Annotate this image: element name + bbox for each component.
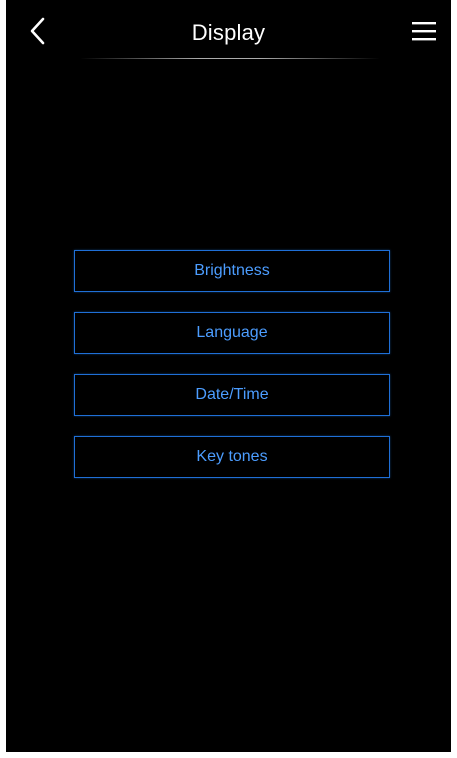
display-options-list: Brightness Language Date/Time Key tones	[74, 250, 390, 498]
language-button[interactable]: Language	[74, 312, 390, 354]
date-time-button[interactable]: Date/Time	[74, 374, 390, 416]
page-title: Display	[191, 20, 266, 45]
hamburger-menu-icon	[411, 20, 437, 47]
title-divider	[80, 58, 380, 59]
menu-button[interactable]	[405, 16, 443, 50]
brightness-button[interactable]: Brightness	[74, 250, 390, 292]
key-tones-button[interactable]: Key tones	[74, 436, 390, 478]
display-screen: Display Brightness Language Date/Time Ke…	[6, 0, 451, 752]
header-bar: Display	[6, 0, 451, 64]
